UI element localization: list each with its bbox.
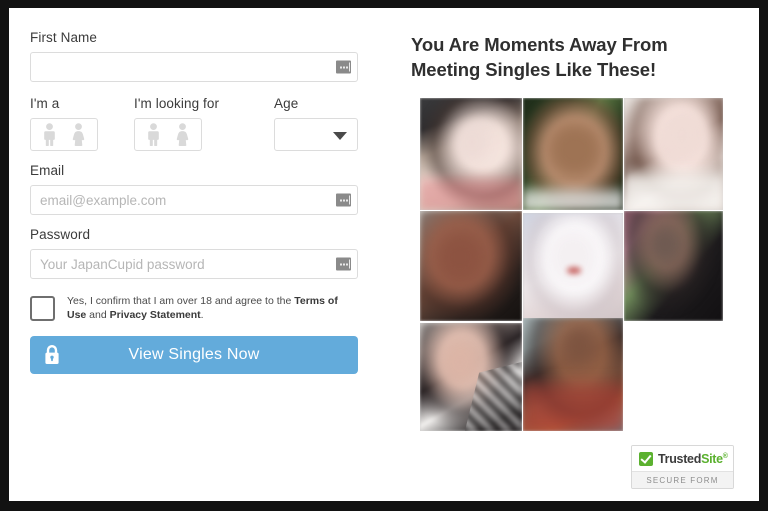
promo-headline: You Are Moments Away From Meeting Single… xyxy=(411,32,711,82)
age-dropdown[interactable] xyxy=(274,118,358,151)
view-singles-now-button[interactable]: View Singles Now xyxy=(30,336,358,374)
age-group: Age xyxy=(274,96,358,151)
age-label: Age xyxy=(274,96,299,111)
male-icon[interactable] xyxy=(41,123,58,146)
im-a-group: I'm a xyxy=(30,96,134,151)
trustedsite-top: TrustedSite® xyxy=(632,446,733,471)
im-looking-for-label: I'm looking for xyxy=(134,96,220,111)
profile-photo-grid xyxy=(420,98,723,431)
signup-form: First Name I'm a I'm looking for Age Ema… xyxy=(30,30,380,374)
profile-photo[interactable] xyxy=(523,98,623,210)
terms-text-part1: Yes, I confirm that I am over 18 and agr… xyxy=(67,295,295,307)
submit-label: View Singles Now xyxy=(128,346,260,363)
terms-text-part2: and xyxy=(86,308,110,321)
terms-text-part3: . xyxy=(200,308,204,321)
lock-icon xyxy=(42,343,62,367)
chevron-down-icon xyxy=(333,131,347,140)
signup-card: First Name I'm a I'm looking for Age Ema… xyxy=(9,8,759,501)
autofill-icon[interactable] xyxy=(336,193,351,207)
terms-checkbox[interactable] xyxy=(30,296,55,321)
im-a-label: I'm a xyxy=(30,96,60,111)
promo-section: You Are Moments Away From Meeting Single… xyxy=(411,32,741,82)
check-icon xyxy=(639,451,653,466)
password-label: Password xyxy=(30,227,91,242)
registered-mark: ® xyxy=(722,452,728,460)
trustedsite-badge[interactable]: TrustedSite® SECURE FORM xyxy=(631,445,734,489)
privacy-statement-link[interactable]: Privacy Statement xyxy=(110,309,201,321)
trustedsite-name-part1: Trusted xyxy=(658,451,702,466)
trustedsite-name-part2: Site xyxy=(701,451,723,466)
first-name-label: First Name xyxy=(30,30,98,45)
terms-text: Yes, I confirm that I am over 18 and agr… xyxy=(67,295,357,322)
email-input[interactable]: email@example.com xyxy=(30,185,358,215)
profile-photo[interactable] xyxy=(420,211,522,321)
terms-row: Yes, I confirm that I am over 18 and agr… xyxy=(30,295,380,322)
email-label: Email xyxy=(30,163,65,178)
screen-frame: First Name I'm a I'm looking for Age Ema… xyxy=(0,0,768,511)
promo-headline-line2: Meeting Singles Like These! xyxy=(411,59,657,80)
im-a-selector[interactable] xyxy=(30,118,98,151)
im-looking-for-selector[interactable] xyxy=(134,118,202,151)
im-looking-for-group: I'm looking for xyxy=(134,96,274,151)
female-icon[interactable] xyxy=(70,123,87,146)
first-name-input[interactable] xyxy=(30,52,358,82)
profile-photo[interactable] xyxy=(420,98,522,210)
profile-photo[interactable] xyxy=(523,213,623,321)
profile-photo[interactable] xyxy=(523,318,623,431)
autofill-icon[interactable] xyxy=(336,257,351,271)
female-icon[interactable] xyxy=(174,123,191,146)
male-icon[interactable] xyxy=(145,123,162,146)
profile-photo[interactable] xyxy=(420,323,522,431)
profile-photo[interactable] xyxy=(624,211,723,321)
trustedsite-name: TrustedSite® xyxy=(658,452,728,466)
promo-headline-line1: You Are Moments Away From xyxy=(411,34,668,55)
gender-age-row: I'm a I'm looking for Age xyxy=(30,96,380,151)
password-placeholder: Your JapanCupid password xyxy=(40,256,205,272)
email-placeholder: email@example.com xyxy=(40,192,167,208)
profile-photo[interactable] xyxy=(624,98,723,210)
autofill-icon[interactable] xyxy=(336,60,351,74)
trustedsite-subtitle: SECURE FORM xyxy=(632,471,733,488)
password-input[interactable]: Your JapanCupid password xyxy=(30,249,358,279)
